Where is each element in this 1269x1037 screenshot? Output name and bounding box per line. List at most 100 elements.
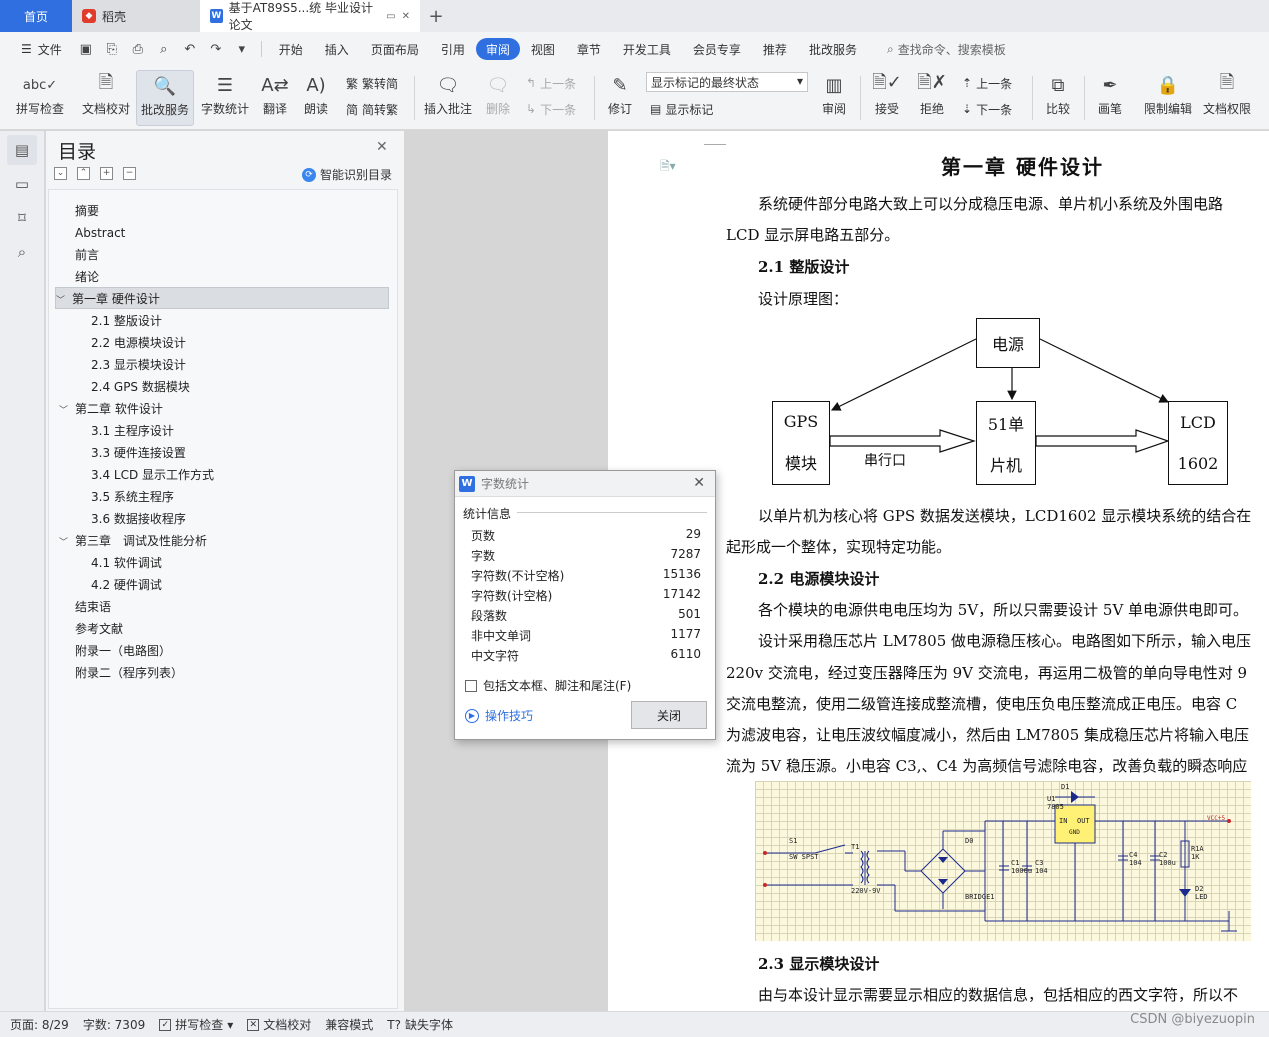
tab-home[interactable]: 首页 bbox=[0, 0, 72, 32]
restrict-edit-button[interactable]: 🔒 限制编辑 bbox=[1140, 70, 1196, 126]
trad-to-simp-button[interactable]: 繁繁转简 bbox=[346, 72, 398, 94]
include-textbox-checkbox[interactable]: 包括文本框、脚注和尾注(F) bbox=[465, 677, 631, 694]
menu-review[interactable]: 审阅 bbox=[475, 38, 520, 60]
chevron-down-icon[interactable]: ﹀ bbox=[59, 400, 75, 422]
toc-item[interactable]: 3.4 LCD 显示工作方式 bbox=[91, 464, 214, 486]
menu-view[interactable]: 视图 bbox=[520, 38, 566, 60]
toc-item[interactable]: 2.2 电源模块设计 bbox=[91, 332, 186, 354]
toc-item[interactable]: Abstract bbox=[75, 222, 125, 244]
expand-all-icon[interactable]: ⌄ bbox=[54, 167, 67, 180]
menu-start[interactable]: 开始 bbox=[268, 38, 314, 60]
new-tab-button[interactable]: + bbox=[420, 0, 452, 32]
doccheck-status[interactable]: ✕ 文档校对 bbox=[247, 1016, 311, 1033]
revise-button[interactable]: ✎ 修订 bbox=[600, 70, 640, 126]
markup-state-select[interactable]: 显示标记的最终状态 ▾ bbox=[646, 72, 808, 92]
menu-reference[interactable]: 引用 bbox=[430, 38, 476, 60]
toc-item[interactable]: ﹀ 第三章 调试及性能分析 bbox=[59, 530, 207, 552]
paragraph-menu-icon[interactable]: 🗎▾ bbox=[660, 157, 676, 178]
tips-link[interactable]: ▶ 操作技巧 bbox=[465, 707, 533, 724]
prev-comment-button[interactable]: ↰ 上一条 bbox=[526, 72, 576, 94]
prev-change-button[interactable]: ⇡ 上一条 bbox=[962, 72, 1012, 94]
toc-item[interactable]: 3.1 主程序设计 bbox=[91, 420, 174, 442]
toc-item[interactable]: ﹀ 第二章 软件设计 bbox=[59, 398, 163, 420]
compare-button[interactable]: ⧉ 比较 bbox=[1038, 70, 1078, 126]
show-markup-button[interactable]: ▤ 显示标记 bbox=[650, 98, 713, 120]
search-icon[interactable]: ⌕ bbox=[7, 237, 37, 267]
toc-item[interactable]: 2.1 整版设计 bbox=[91, 310, 162, 332]
collapse-all-icon[interactable]: ⌃ bbox=[77, 167, 90, 180]
menu-insert[interactable]: 插入 bbox=[314, 38, 360, 60]
close-icon[interactable]: ✕ bbox=[693, 475, 705, 491]
toc-item[interactable]: 结束语 bbox=[75, 596, 111, 618]
menu-recommend[interactable]: 推荐 bbox=[752, 38, 798, 60]
doccheck-button[interactable]: 🗎 文档校对 bbox=[78, 70, 134, 126]
menu-devtools[interactable]: 开发工具 bbox=[612, 38, 682, 60]
translate-button[interactable]: A⇄ 翻译 bbox=[256, 70, 294, 126]
reject-button[interactable]: 🗎✗ 拒绝 bbox=[912, 70, 952, 126]
next-change-button[interactable]: ⇣ 下一条 bbox=[962, 98, 1012, 120]
toc-item[interactable]: 2.4 GPS 数据模块 bbox=[91, 376, 190, 398]
doc-permission-button[interactable]: 🗎 文档权限 bbox=[1200, 70, 1254, 126]
bookmark-icon[interactable]: ⌑ bbox=[7, 203, 37, 233]
toc-item[interactable]: 4.1 软件调试 bbox=[91, 552, 162, 574]
toc-item[interactable]: 3.5 系统主程序 bbox=[91, 486, 174, 508]
wordcount-button[interactable]: ☰ 字数统计 bbox=[198, 70, 252, 126]
toc-item[interactable]: 附录二（程序列表） bbox=[75, 662, 183, 684]
stat-label: 中文字符 bbox=[471, 649, 520, 663]
add-heading-icon[interactable]: + bbox=[100, 167, 113, 180]
undo-icon[interactable]: ↶ bbox=[177, 42, 203, 57]
command-search[interactable]: ⌕ 查找命令、搜索模板 bbox=[876, 38, 1017, 60]
insert-comment-button[interactable]: 🗨 插入批注 bbox=[420, 70, 476, 126]
tab-daoke[interactable]: ◆ 稻壳 bbox=[72, 0, 200, 32]
tab-close-icon[interactable]: ✕ bbox=[402, 11, 410, 22]
redo-icon[interactable]: ↷ bbox=[203, 42, 229, 57]
word-count-indicator[interactable]: 字数: 7309 bbox=[83, 1016, 145, 1033]
export-icon[interactable]: ⎘ bbox=[99, 42, 125, 57]
toc-item[interactable]: 前言 bbox=[75, 244, 99, 266]
chapter-nav-icon[interactable]: ▭ bbox=[7, 169, 37, 199]
delete-comment-button[interactable]: 🗨 删除 bbox=[478, 70, 518, 126]
remove-heading-icon[interactable]: − bbox=[123, 167, 136, 180]
smart-toc-button[interactable]: ⟳ 智能识别目录 bbox=[302, 166, 392, 183]
chevron-down-icon[interactable]: ﹀ bbox=[59, 532, 75, 554]
dropdown-icon[interactable]: ▾ bbox=[229, 42, 255, 57]
preview-icon[interactable]: ⌕ bbox=[151, 42, 177, 57]
chevron-down-icon[interactable]: ﹀ bbox=[56, 290, 72, 312]
read-aloud-button[interactable]: A) 朗读 bbox=[298, 70, 334, 126]
menu-correction[interactable]: 批改服务 bbox=[798, 38, 868, 60]
toc-panel-icon[interactable]: ▤ bbox=[7, 135, 37, 165]
toc-item[interactable]: 摘要 bbox=[75, 200, 99, 222]
tab-monitor-icon[interactable]: ▭ bbox=[386, 11, 395, 22]
tab-document[interactable]: W 基于AT89S5...统 毕业设计论文 ▭ ✕ bbox=[200, 0, 420, 32]
toc-item[interactable]: 4.2 硬件调试 bbox=[91, 574, 162, 596]
accept-button[interactable]: 🗎✓ 接受 bbox=[866, 70, 908, 126]
menu-chapter[interactable]: 章节 bbox=[566, 38, 612, 60]
file-menu[interactable]: ☰ 文件 bbox=[10, 38, 73, 60]
toc-item[interactable]: 附录一（电路图） bbox=[75, 640, 171, 662]
menu-layout[interactable]: 页面布局 bbox=[360, 38, 430, 60]
toc-item[interactable]: 绪论 bbox=[75, 266, 99, 288]
checkbox-icon[interactable] bbox=[465, 679, 477, 692]
spellcheck-button[interactable]: abc✓ 拼写检查 bbox=[8, 70, 72, 126]
correction-button[interactable]: 🔍 批改服务 bbox=[136, 70, 194, 126]
review-pane-button[interactable]: ▥ 审阅 bbox=[814, 70, 854, 126]
toc-item[interactable]: 3.6 数据接收程序 bbox=[91, 508, 186, 530]
spellcheck-status[interactable]: ✓ 拼写检查 ▾ bbox=[159, 1016, 233, 1033]
close-icon[interactable]: ✕ bbox=[376, 139, 388, 155]
simp-to-trad-button[interactable]: 简简转繁 bbox=[346, 98, 398, 120]
print-icon[interactable]: ⎙ bbox=[125, 42, 151, 57]
pen-button[interactable]: ✒ 画笔 bbox=[1090, 70, 1130, 126]
toc-item-selected[interactable]: ﹀ 第一章 硬件设计 bbox=[55, 287, 389, 309]
close-dialog-button[interactable]: 关闭 bbox=[631, 701, 707, 729]
toc-item[interactable]: 2.3 显示模块设计 bbox=[91, 354, 186, 376]
next-comment-label: 下一条 bbox=[540, 102, 577, 117]
dialog-titlebar[interactable]: W 字数统计 bbox=[455, 471, 715, 497]
save-icon[interactable]: ▣ bbox=[73, 42, 99, 57]
next-comment-button[interactable]: ↳ 下一条 bbox=[526, 98, 576, 120]
toc-item[interactable]: 3.3 硬件连接设置 bbox=[91, 442, 186, 464]
toc-item[interactable]: 参考文献 bbox=[75, 618, 123, 640]
page-indicator[interactable]: 页面: 8/29 bbox=[10, 1016, 69, 1033]
menu-member[interactable]: 会员专享 bbox=[682, 38, 752, 60]
compat-mode[interactable]: 兼容模式 bbox=[325, 1016, 373, 1033]
missing-font-status[interactable]: T? 缺失字体 bbox=[387, 1016, 453, 1033]
